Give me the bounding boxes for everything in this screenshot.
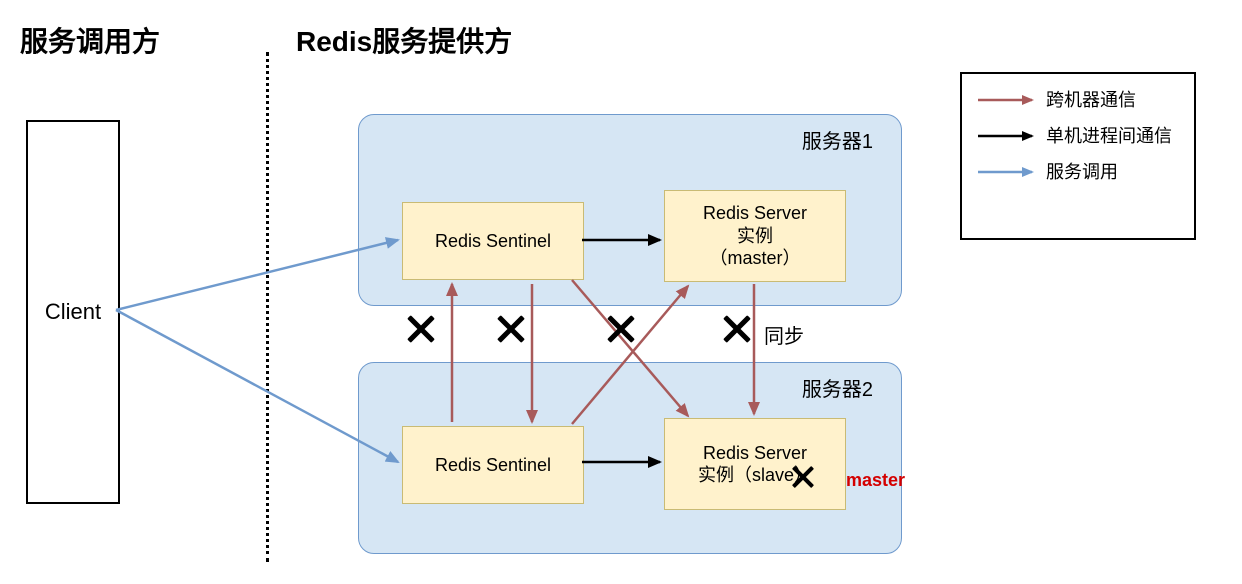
redis-slave-line1: Redis Server	[703, 442, 807, 465]
cross-icon	[608, 316, 634, 342]
sync-label: 同步	[764, 320, 804, 349]
sentinel-2-box: Redis Sentinel	[402, 426, 584, 504]
cross-icon	[408, 316, 434, 342]
redis-master-line2: 实例	[737, 225, 773, 248]
legend-text-service: 服务调用	[1046, 162, 1118, 183]
legend-box: 跨机器通信 单机进程间通信 服务调用	[960, 72, 1196, 240]
arrow-client-to-sentinel1	[116, 240, 398, 310]
arrow-client-to-sentinel2	[116, 310, 398, 462]
sentinel-1-box: Redis Sentinel	[402, 202, 584, 280]
redis-master-line1: Redis Server	[703, 202, 807, 225]
cross-icon	[724, 316, 750, 342]
redis-slave-box: Redis Server 实例（slave）	[664, 418, 846, 510]
client-label: Client	[45, 299, 101, 325]
server2-label: 服务器2	[802, 373, 873, 402]
cross-icon	[498, 316, 524, 342]
legend-row-local: 单机进程间通信	[976, 124, 1180, 148]
redis-master-box: Redis Server 实例 （master）	[664, 190, 846, 282]
sentinel-2-label: Redis Sentinel	[435, 454, 551, 477]
master-new-label: master	[846, 470, 905, 491]
heading-provider-side: Redis服务提供方	[296, 20, 512, 60]
legend-text-local: 单机进程间通信	[1046, 126, 1172, 147]
vertical-divider	[266, 52, 269, 562]
legend-row-service: 服务调用	[976, 160, 1180, 184]
legend-row-cross: 跨机器通信	[976, 88, 1180, 112]
client-box: Client	[26, 120, 120, 504]
cross-icon	[793, 467, 814, 488]
legend-text-cross: 跨机器通信	[1046, 90, 1136, 111]
heading-client-side: 服务调用方	[20, 20, 160, 60]
sentinel-1-label: Redis Sentinel	[435, 230, 551, 253]
server1-label: 服务器1	[802, 125, 873, 154]
redis-master-line3: （master）	[709, 247, 800, 270]
